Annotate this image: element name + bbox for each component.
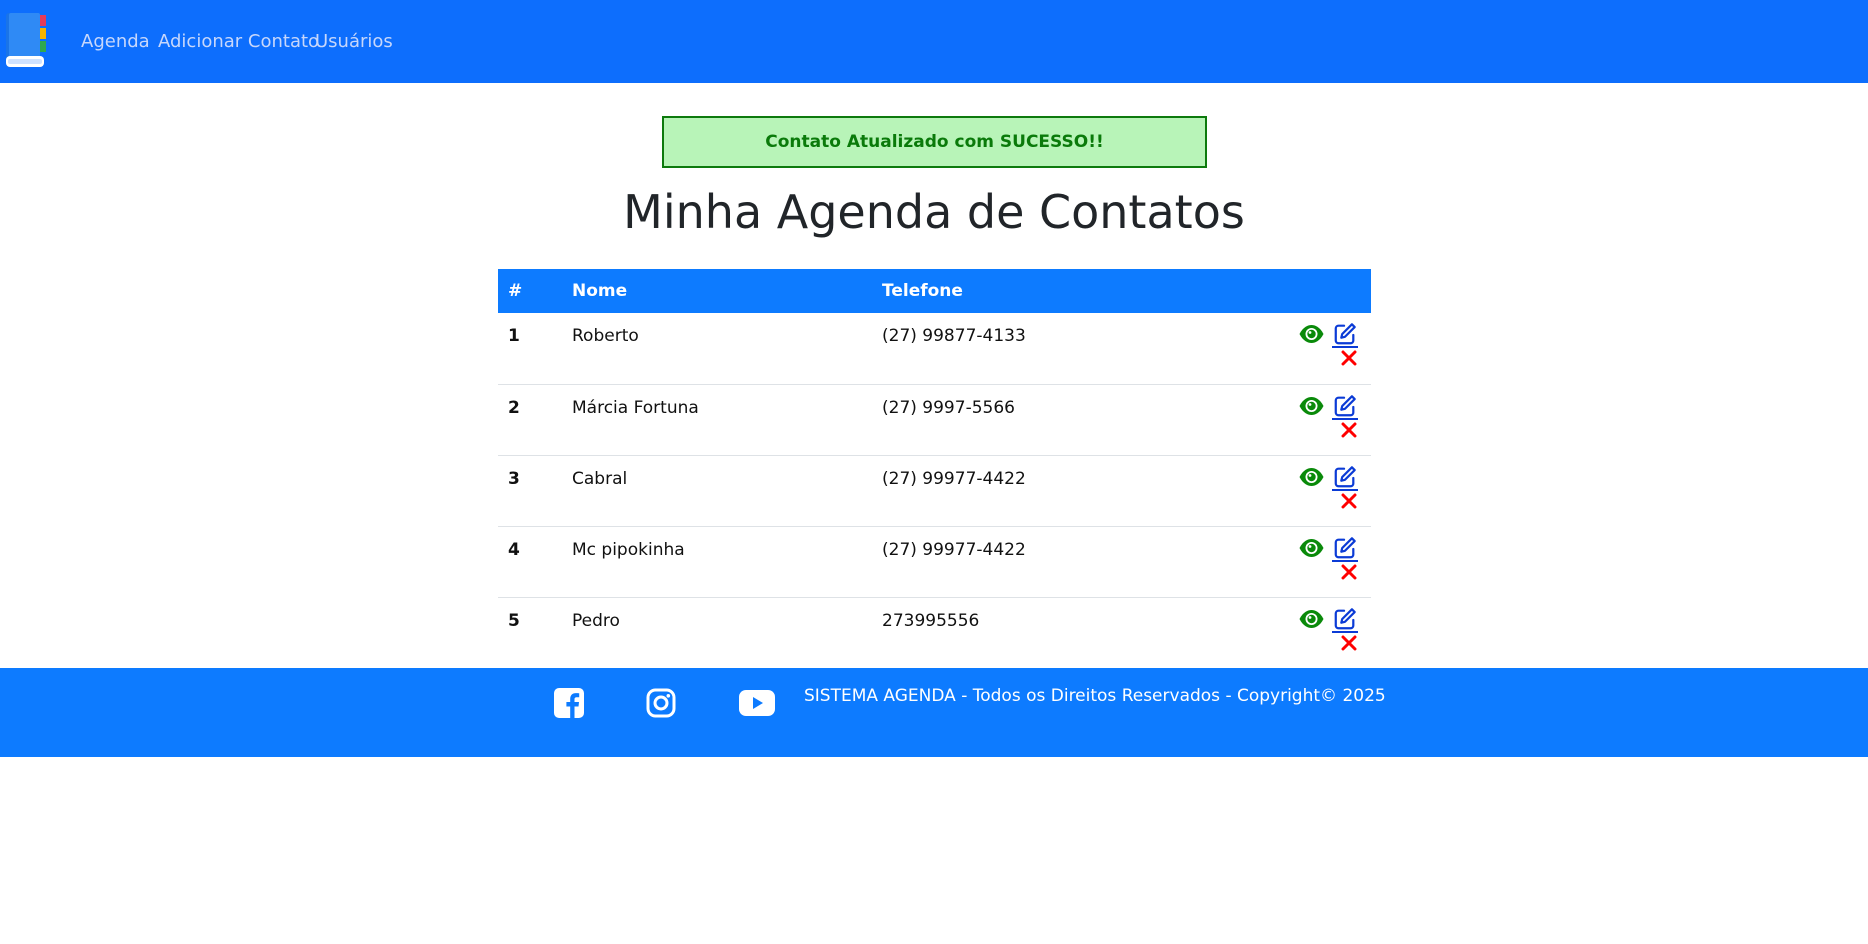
- eye-icon[interactable]: [1298, 465, 1325, 489]
- youtube-icon[interactable]: [739, 690, 775, 716]
- close-icon[interactable]: [1341, 493, 1357, 509]
- facebook-icon[interactable]: [554, 688, 584, 718]
- column-header-nome: Nome: [562, 269, 872, 313]
- close-icon[interactable]: [1341, 635, 1357, 651]
- contacts-table: # Nome Telefone 1 Roberto (27) 99877-4133 2…: [498, 269, 1371, 668]
- instagram-icon[interactable]: [646, 688, 676, 718]
- contact-id: 4: [498, 526, 562, 598]
- column-header-actions: [1202, 269, 1371, 313]
- eye-icon[interactable]: [1298, 394, 1325, 418]
- close-icon[interactable]: [1341, 350, 1357, 366]
- contact-telefone: (27) 99977-4422: [872, 526, 1202, 598]
- contact-id: 2: [498, 384, 562, 456]
- table-header-row: # Nome Telefone: [498, 269, 1371, 313]
- contact-telefone: (27) 9997-5566: [872, 384, 1202, 456]
- success-alert: Contato Atualizado com SUCESSO!!: [662, 116, 1207, 168]
- contact-nome: Cabral: [562, 455, 872, 527]
- nav-link-adicionar-contato[interactable]: Adicionar Contato: [158, 30, 319, 54]
- table-row: 5 Pedro 273995556: [498, 597, 1371, 668]
- page-title: Minha Agenda de Contatos: [623, 185, 1245, 239]
- row-actions: [1202, 455, 1371, 527]
- eye-icon[interactable]: [1298, 536, 1325, 560]
- eye-icon[interactable]: [1298, 322, 1325, 346]
- table-row: 1 Roberto (27) 99877-4133: [498, 313, 1371, 385]
- navbar: Agenda Adicionar Contato Usuários: [0, 0, 1868, 83]
- edit-icon[interactable]: [1332, 394, 1358, 420]
- row-actions: [1202, 597, 1371, 668]
- contact-telefone: (27) 99877-4133: [872, 313, 1202, 385]
- table-row: 2 Márcia Fortuna (27) 9997-5566: [498, 384, 1371, 456]
- nav-link-agenda[interactable]: Agenda: [81, 30, 150, 54]
- contact-nome: Mc pipokinha: [562, 526, 872, 598]
- table-row: 3 Cabral (27) 99977-4422: [498, 455, 1371, 527]
- close-icon[interactable]: [1341, 422, 1357, 438]
- row-actions: [1202, 526, 1371, 598]
- contact-nome: Márcia Fortuna: [562, 384, 872, 456]
- edit-icon[interactable]: [1332, 322, 1358, 348]
- address-book-logo-icon[interactable]: [3, 11, 53, 71]
- contact-telefone: 273995556: [882, 610, 980, 631]
- edit-icon[interactable]: [1332, 465, 1358, 491]
- contact-id: 5: [508, 610, 520, 631]
- footer: [0, 668, 1868, 757]
- table-row: 4 Mc pipokinha (27) 99977-4422: [498, 526, 1371, 598]
- edit-icon[interactable]: [1332, 607, 1358, 633]
- column-header-telefone: Telefone: [872, 269, 1202, 313]
- edit-icon[interactable]: [1332, 536, 1358, 562]
- contact-nome: Pedro: [572, 610, 620, 631]
- close-icon[interactable]: [1341, 564, 1357, 580]
- contact-nome: Roberto: [562, 313, 872, 385]
- nav-link-usuarios[interactable]: Usuários: [315, 30, 393, 54]
- row-actions: [1202, 313, 1371, 385]
- eye-icon[interactable]: [1298, 607, 1325, 631]
- footer-copyright: SISTEMA AGENDA - Todos os Direitos Reser…: [804, 686, 1386, 706]
- contact-telefone: (27) 99977-4422: [872, 455, 1202, 527]
- column-header-id: #: [498, 269, 562, 313]
- contact-id: 1: [498, 313, 562, 385]
- row-actions: [1202, 384, 1371, 456]
- contact-id: 3: [498, 455, 562, 527]
